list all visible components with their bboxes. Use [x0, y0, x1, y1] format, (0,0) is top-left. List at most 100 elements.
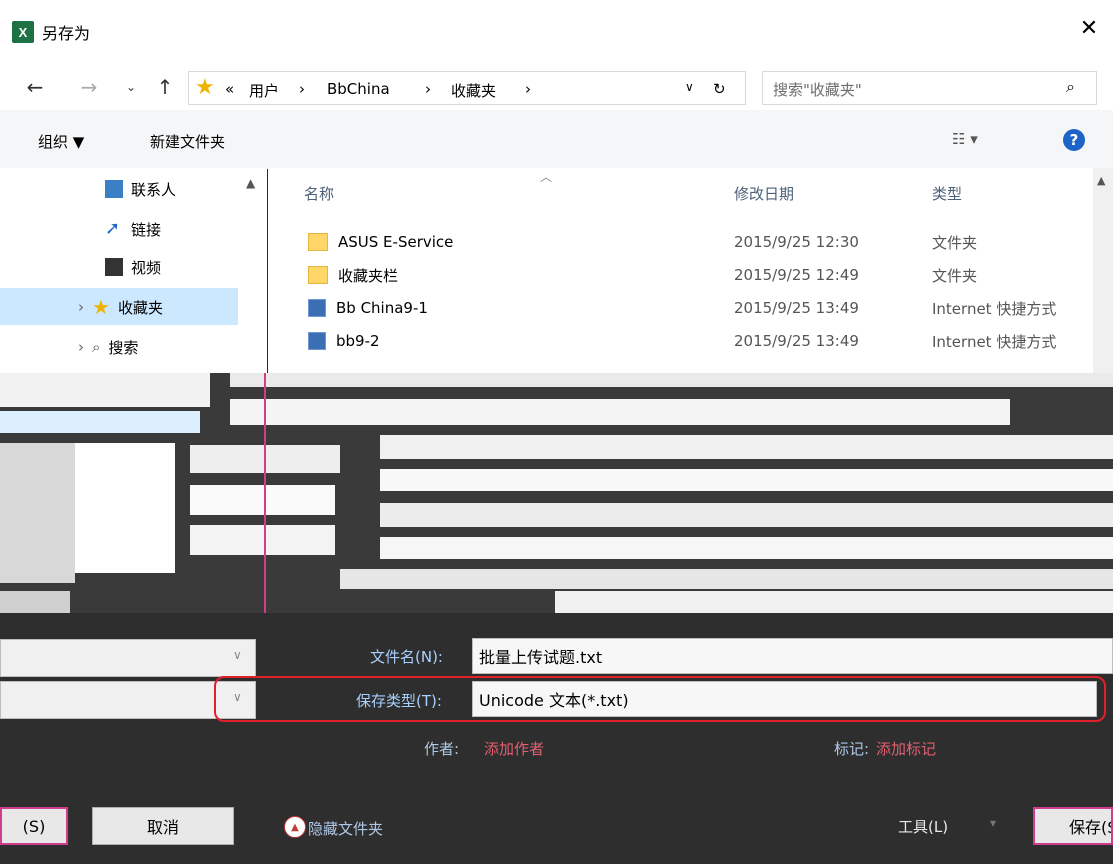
tags-label: 标记:: [834, 740, 870, 758]
recent-chevron-down-icon[interactable]: ⌄: [118, 74, 144, 100]
file-list: ︿ 名称 修改日期 类型 ASUS E-Service 2015/9/25 12…: [268, 168, 1113, 373]
artifact-strip: [340, 569, 1113, 589]
nav-item-label: 链接: [131, 220, 162, 239]
file-name: 收藏夹栏: [338, 266, 399, 285]
column-header-date[interactable]: 修改日期: [734, 183, 794, 204]
artifact-strip: [75, 443, 175, 573]
save-thumbnail-button[interactable]: (S): [0, 807, 68, 845]
scroll-up-icon[interactable]: ▲: [1097, 174, 1105, 187]
links-icon: ➚: [105, 218, 121, 239]
folder-icon: [308, 266, 328, 284]
file-date: 2015/9/25 13:49: [734, 332, 859, 350]
file-type: Internet 快捷方式: [932, 299, 1057, 318]
close-button[interactable]: ✕: [1075, 14, 1103, 42]
organize-button[interactable]: 组织 ▼: [38, 131, 84, 152]
search-input[interactable]: 搜索"收藏夹": [773, 79, 862, 100]
nav-item-videos[interactable]: 视频: [105, 252, 161, 282]
artifact-strip: [380, 537, 1113, 559]
breadcrumb-separator-icon: ›: [425, 80, 431, 98]
nav-item-label: 搜索: [108, 338, 139, 357]
view-options-icon[interactable]: ☷ ▾: [952, 130, 978, 148]
breadcrumb-prefix[interactable]: «: [225, 80, 234, 98]
file-date: 2015/9/25 13:49: [734, 299, 859, 317]
nav-scroll-up-icon[interactable]: ▲: [246, 176, 255, 190]
nav-item-label: 联系人: [131, 180, 177, 199]
hide-folders-button[interactable]: 隐藏文件夹: [308, 818, 383, 839]
favorites-star-icon: ★: [92, 295, 110, 319]
cancel-button[interactable]: 取消: [92, 807, 234, 845]
breadcrumb-separator-icon: ›: [525, 80, 531, 98]
nav-item-favorites[interactable]: › ★ 收藏夹: [78, 292, 163, 322]
sort-ascending-icon: ︿: [540, 170, 553, 184]
artifact-strip: [0, 591, 70, 613]
nav-item-contacts[interactable]: 联系人: [105, 174, 176, 204]
contacts-icon: [105, 180, 123, 198]
folder-icon: [308, 233, 328, 251]
breadcrumb-separator-icon: ›: [299, 80, 305, 98]
file-name: bb9-2: [336, 332, 380, 350]
videos-icon: [105, 258, 123, 276]
rendering-artifact-region: [0, 373, 1113, 613]
artifact-strip: [230, 399, 1010, 425]
save-as-dialog: X 另存为 ✕ ← → ⌄ ↑ ★ « 用户 › BbChina › 收藏夹 ›…: [0, 0, 1113, 864]
nav-item-search[interactable]: › ⌕ 搜索: [78, 332, 138, 362]
address-dropdown-chevron-icon[interactable]: ∨: [685, 80, 694, 94]
favorites-star-icon: ★: [195, 75, 215, 100]
forward-arrow-icon[interactable]: →: [76, 74, 102, 100]
list-item[interactable]: 收藏夹栏: [308, 260, 398, 290]
back-arrow-icon[interactable]: ←: [22, 74, 48, 100]
navigation-pane: 联系人 ➚ 链接 视频 › ★ 收藏夹 › ⌕ 搜索 ▲: [0, 168, 267, 373]
hide-folders-chevron-icon[interactable]: ▲: [284, 816, 306, 838]
breadcrumb-item-users[interactable]: 用户: [249, 80, 279, 101]
file-type: 文件夹: [932, 233, 978, 252]
excel-app-icon: X: [12, 21, 34, 43]
file-name: Bb China9-1: [336, 299, 428, 317]
help-icon[interactable]: ?: [1063, 129, 1085, 151]
expand-chevron-icon[interactable]: ›: [78, 338, 84, 356]
column-header-type[interactable]: 类型: [932, 183, 962, 204]
filename-label: 文件名(N):: [370, 648, 443, 666]
window-title: 另存为: [42, 24, 91, 43]
list-item[interactable]: Bb China9-1: [308, 293, 428, 323]
address-row: ← → ⌄ ↑ ★ « 用户 › BbChina › 收藏夹 › ∨ ↻ 搜索"…: [0, 66, 1113, 110]
file-date: 2015/9/25 12:30: [734, 233, 859, 251]
search-icon[interactable]: ⌕: [1066, 77, 1075, 97]
nav-item-label: 视频: [131, 258, 162, 277]
list-item[interactable]: bb9-2: [308, 326, 380, 356]
nav-item-links[interactable]: ➚ 链接: [105, 214, 161, 244]
breadcrumb-item-favorites[interactable]: 收藏夹: [451, 80, 496, 101]
breadcrumb-item-bbchina[interactable]: BbChina: [327, 80, 390, 98]
highlight-annotation: [214, 676, 1106, 722]
file-date: 2015/9/25 12:49: [734, 266, 859, 284]
save-button[interactable]: 保存(S): [1033, 807, 1113, 845]
up-arrow-icon[interactable]: ↑: [152, 74, 178, 100]
nav-item-label: 收藏夹: [117, 298, 163, 317]
list-item[interactable]: ASUS E-Service: [308, 227, 453, 257]
column-header-name[interactable]: 名称: [304, 183, 334, 204]
search-field[interactable]: 搜索"收藏夹" ⌕: [762, 71, 1097, 105]
left-dropdown-1[interactable]: ∨: [0, 639, 256, 677]
tags-field[interactable]: 添加标记: [876, 738, 936, 759]
expand-chevron-icon[interactable]: ›: [78, 298, 84, 316]
artifact-strip: [0, 411, 200, 433]
file-type: Internet 快捷方式: [932, 332, 1057, 351]
author-label: 作者:: [424, 740, 460, 758]
artifact-strip: [190, 485, 335, 515]
refresh-icon[interactable]: ↻: [713, 80, 726, 98]
internet-shortcut-icon: [308, 332, 326, 350]
artifact-strip: [230, 373, 1113, 387]
file-name: ASUS E-Service: [338, 233, 454, 251]
search-icon: ⌕: [92, 338, 101, 356]
tools-chevron-down-icon[interactable]: ▾: [990, 816, 996, 830]
address-bar[interactable]: ★ « 用户 › BbChina › 收藏夹 › ∨ ↻: [188, 71, 746, 105]
filename-input[interactable]: 批量上传试题.txt: [472, 638, 1113, 674]
command-bar: 组织 ▼ 新建文件夹 ☷ ▾ ?: [0, 110, 1113, 169]
artifact-strip: [380, 435, 1113, 459]
title-bar: X 另存为 ✕: [0, 0, 1113, 66]
internet-shortcut-icon: [308, 299, 326, 317]
new-folder-button[interactable]: 新建文件夹: [150, 131, 225, 152]
author-field[interactable]: 添加作者: [484, 738, 544, 759]
artifact-strip: [190, 525, 335, 555]
vertical-scrollbar[interactable]: ▲: [1093, 168, 1113, 373]
tools-button[interactable]: 工具(L): [898, 816, 948, 837]
